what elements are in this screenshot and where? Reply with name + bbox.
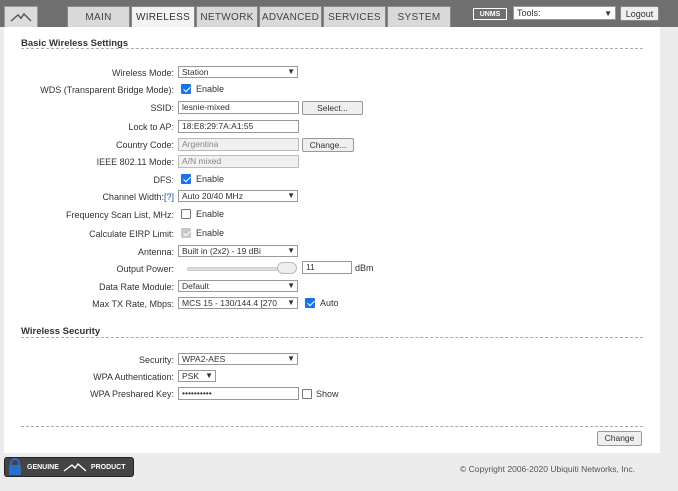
badge-genuine-text: GENUINE [27, 463, 59, 471]
country-change-button[interactable]: Change... [302, 138, 354, 152]
wireless-mode-label: Wireless Mode: [111, 68, 174, 78]
lock-icon [9, 458, 21, 475]
chevron-down-icon: ▼ [287, 67, 295, 76]
wireless-mode-select[interactable]: Station ▼ [178, 66, 298, 78]
ieee-mode-input: A/N mixed [178, 155, 299, 168]
wds-label: WDS (Transparent Bridge Mode): [40, 85, 174, 95]
section-divider [21, 48, 643, 49]
output-power-input[interactable]: 11 [302, 261, 352, 274]
wireless-mode-value: Station [182, 67, 209, 77]
wireless-security-title: Wireless Security [21, 326, 101, 337]
tab-wireless[interactable]: WIRELESS [131, 6, 195, 28]
chevron-down-icon: ▼ [287, 246, 295, 255]
ssid-select-button[interactable]: Select... [302, 101, 363, 115]
badge-product-text: PRODUCT [90, 463, 126, 471]
lock-to-ap-label: Lock to AP: [128, 122, 174, 132]
logout-button[interactable]: Logout [620, 6, 659, 21]
max-tx-rate-label: Max TX Rate, Mbps: [92, 299, 174, 309]
chevron-down-icon: ▼ [287, 281, 295, 290]
genuine-product-badge: GENUINE PRODUCT [4, 457, 134, 477]
channel-width-value: Auto 20/40 MHz [182, 191, 243, 201]
wpa-auth-label: WPA Authentication: [93, 372, 174, 382]
frequency-scan-checkbox[interactable] [181, 209, 191, 219]
eirp-label: Calculate EIRP Limit: [89, 229, 174, 239]
security-select[interactable]: WPA2-AES ▼ [178, 353, 298, 365]
psk-label: WPA Preshared Key: [90, 389, 174, 399]
frequency-scan-enable-label: Enable [196, 209, 225, 219]
psk-input[interactable]: •••••••••• [178, 387, 299, 400]
security-label: Security: [138, 355, 174, 365]
top-nav-bar: MAIN WIRELESS NETWORK ADVANCED SERVICES … [0, 0, 678, 28]
ubiquiti-logo-icon [10, 12, 32, 22]
psk-show-checkbox[interactable] [302, 389, 312, 399]
ssid-input[interactable]: lesnie-mixed [178, 101, 299, 114]
antenna-label: Antenna: [137, 247, 174, 257]
dfs-enable-label: Enable [196, 174, 225, 184]
chevron-down-icon: ▼ [287, 354, 295, 363]
tab-advanced[interactable]: ADVANCED [259, 6, 322, 27]
ssid-label: SSID: [150, 103, 174, 113]
change-button[interactable]: Change [597, 431, 642, 446]
output-power-slider-handle[interactable] [277, 262, 297, 274]
antenna-select[interactable]: Built in (2x2) - 19 dBi ▼ [178, 245, 298, 257]
ieee-mode-label: IEEE 802.11 Mode: [96, 157, 174, 167]
security-value: WPA2-AES [182, 354, 226, 364]
wpa-auth-select[interactable]: PSK ▼ [178, 370, 216, 382]
channel-width-select[interactable]: Auto 20/40 MHz ▼ [178, 190, 298, 202]
output-power-label: Output Power: [116, 264, 174, 274]
tab-network[interactable]: NETWORK [196, 6, 258, 27]
antenna-value: Built in (2x2) - 19 dBi [182, 246, 261, 256]
eirp-enable-label: Enable [196, 228, 225, 238]
section-divider [21, 337, 643, 338]
ubiquiti-logo-icon [63, 462, 87, 472]
country-code-input: Argentina [178, 138, 299, 151]
max-tx-rate-select[interactable]: MCS 15 - 130/144.4 [270 ▼ [178, 297, 298, 309]
wds-enable-label: Enable [196, 84, 225, 94]
dfs-checkbox[interactable] [181, 174, 191, 184]
copyright-text: © Copyright 2006-2020 Ubiquiti Networks,… [460, 464, 635, 474]
chevron-down-icon: ▼ [604, 8, 612, 18]
frequency-scan-label: Frequency Scan List, MHz: [65, 210, 174, 220]
eirp-checkbox [181, 228, 191, 238]
max-tx-auto-label: Auto [320, 298, 339, 308]
tab-system[interactable]: SYSTEM [387, 6, 451, 27]
channel-width-label-text: Channel Width: [102, 192, 164, 202]
max-tx-rate-value: MCS 15 - 130/144.4 [270 [182, 298, 277, 308]
wpa-auth-value: PSK [182, 371, 200, 381]
chevron-down-icon: ▼ [205, 371, 213, 380]
unms-label: UNMS [479, 10, 501, 18]
chevron-down-icon: ▼ [287, 298, 295, 307]
unms-badge[interactable]: UNMS [473, 8, 507, 20]
wds-checkbox[interactable] [181, 84, 191, 94]
dfs-label: DFS: [153, 175, 174, 185]
output-power-unit: dBm [355, 263, 374, 273]
tools-select-label: Tools: [517, 8, 541, 18]
country-code-label: Country Code: [115, 140, 174, 150]
data-rate-label: Data Rate Module: [98, 282, 174, 292]
max-tx-auto-checkbox[interactable] [305, 298, 315, 308]
data-rate-value: Default [182, 281, 209, 291]
section-divider [21, 426, 643, 427]
data-rate-select[interactable]: Default ▼ [178, 280, 298, 292]
chevron-down-icon: ▼ [287, 191, 295, 200]
main-panel: Basic Wireless Settings Wireless Mode: S… [4, 27, 660, 453]
tools-select[interactable]: Tools: ▼ [513, 6, 616, 20]
psk-show-label: Show [316, 389, 339, 399]
help-link[interactable]: [?] [164, 192, 174, 202]
channel-width-label: Channel Width:[?] [102, 191, 174, 203]
tab-services[interactable]: SERVICES [323, 6, 386, 27]
tab-main[interactable]: MAIN [67, 6, 130, 27]
lock-to-ap-input[interactable]: 18:E8:29:7A:A1:55 [178, 120, 299, 133]
ubiquiti-logo-tab[interactable] [4, 6, 38, 27]
